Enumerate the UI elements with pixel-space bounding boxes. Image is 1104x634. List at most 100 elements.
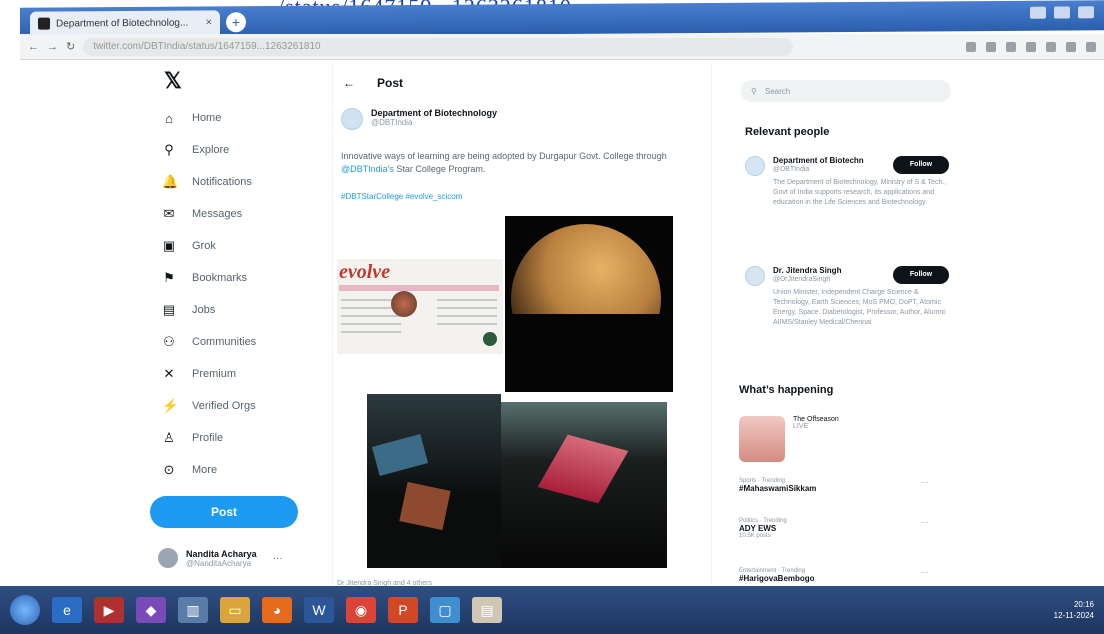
sidebar-item-label: Profile [192, 432, 224, 444]
sidebar-item-profile[interactable]: ♙ Profile [162, 428, 223, 448]
close-window-icon[interactable] [1078, 6, 1094, 19]
mail-icon: ✉ [163, 206, 175, 221]
star-icon[interactable] [1026, 41, 1036, 52]
post-header: ← Post [343, 76, 403, 90]
trend-item[interactable]: Politics · Trending ADY EWS 10.5K posts … [739, 518, 949, 539]
sidebar-item-label: Premium [192, 368, 237, 380]
new-tab-button[interactable]: + [226, 12, 246, 33]
media-image-night-observation[interactable] [367, 394, 501, 568]
sidebar-item-premium[interactable]: ✕ Premium [162, 364, 236, 384]
follow-button[interactable]: Follow [893, 156, 949, 174]
person-bio: Union Minister, Independent Charge Scien… [773, 289, 947, 326]
reload-icon[interactable]: ↻ [66, 40, 75, 53]
browser-tab[interactable]: Department of Biotechnolog... × [30, 10, 220, 36]
minimize-icon[interactable] [1030, 6, 1046, 19]
media-image-moon[interactable] [505, 216, 673, 392]
trend-item[interactable]: Entertainment · Trending #HarigovaBembog… [739, 568, 949, 583]
vs-icon[interactable]: ◆ [136, 597, 166, 623]
back-icon[interactable]: ← [28, 41, 39, 53]
follow-button[interactable]: Follow [893, 266, 949, 284]
window-controls [1030, 6, 1094, 19]
browser-titlebar: Department of Biotechnolog... × + [20, 0, 1104, 38]
share-icon[interactable] [986, 41, 996, 52]
person-icon: ♙ [163, 430, 175, 445]
ppt-icon[interactable]: P [388, 597, 418, 623]
account-name: Nandita Acharya [186, 548, 257, 559]
author-handle[interactable]: @DBTIndia [371, 118, 497, 127]
account-switcher[interactable]: Nandita Acharya @NanditaAcharya ··· [158, 548, 308, 568]
sidebar-item-notifications[interactable]: 🔔 Notifications [162, 172, 252, 192]
sidebar-item-verified-orgs[interactable]: ⚡ Verified Orgs [162, 396, 256, 416]
bookmark-icon: ⚑ [163, 270, 175, 285]
more-icon[interactable]: ··· [921, 478, 929, 487]
post-author[interactable]: Department of Biotechnology @DBTIndia [341, 108, 497, 130]
sidebar-item-more[interactable]: ⊙ More [162, 460, 218, 480]
hashtag-link[interactable]: #DBTStarCollege #evolve_scicom [341, 192, 462, 201]
media-image-night-tent[interactable] [501, 402, 667, 568]
sidebar-item-label: Jobs [192, 304, 216, 316]
tab-close-icon[interactable]: × [206, 16, 212, 28]
sidebar-item-jobs[interactable]: ▤ Jobs [162, 300, 215, 320]
folder-icon[interactable]: ▭ [220, 597, 250, 623]
sidebar-item-explore[interactable]: ⚲ Explore [162, 140, 229, 160]
person-name[interactable]: Dr. Jitendra Singh [773, 266, 841, 275]
url-input[interactable]: twitter.com/DBTIndia/status/1647159...12… [83, 37, 794, 56]
sidebar-item-communities[interactable]: ⚇ Communities [162, 332, 256, 352]
more-icon[interactable]: ··· [921, 518, 929, 527]
avatar[interactable] [745, 156, 765, 176]
maximize-icon[interactable] [1054, 6, 1070, 19]
extension-icon[interactable] [1046, 41, 1056, 52]
trend-tag: #MahaswamiSikkam [739, 484, 817, 493]
notes-icon[interactable]: ▤ [472, 597, 502, 623]
avatar[interactable] [745, 266, 765, 286]
happening-item[interactable]: The Offseason LIVE [739, 416, 949, 462]
text-line [341, 331, 401, 333]
zoom-icon[interactable] [966, 41, 976, 52]
sidebar-item-bookmarks[interactable]: ⚑ Bookmarks [162, 268, 247, 288]
profile-icon[interactable] [1086, 41, 1096, 52]
x-logo-icon[interactable]: 𝕏 [164, 68, 182, 94]
search-input[interactable]: ⚲ Search [741, 80, 951, 102]
sidebar-item-label: Bookmarks [192, 272, 248, 284]
communities-icon: ⚇ [163, 334, 175, 349]
sidepanel-icon[interactable] [1066, 41, 1076, 52]
files-icon[interactable]: ▥ [178, 597, 208, 623]
person-handle: @DBTIndia [773, 166, 810, 173]
firefox-icon[interactable]: ◕ [262, 597, 292, 623]
media-icon[interactable]: ▶ [94, 597, 124, 623]
sidebar-item-home[interactable]: ⌂ Home [162, 108, 221, 128]
text-line [437, 315, 497, 317]
right-sidebar: ⚲ Search Relevant people Department of B… [735, 64, 960, 584]
forward-icon[interactable]: → [47, 41, 58, 53]
sidebar-item-label: Notifications [192, 176, 252, 188]
tab-favicon-icon [38, 17, 50, 30]
start-button[interactable] [10, 595, 40, 625]
media-image-newspaper[interactable]: evolve [337, 259, 503, 354]
more-icon[interactable]: ··· [273, 553, 283, 564]
more-icon[interactable]: ··· [921, 568, 929, 577]
word-icon[interactable]: W [304, 597, 334, 623]
extension-icons [966, 41, 1096, 52]
sidebar-item-label: Home [192, 112, 222, 124]
chrome-icon[interactable]: ◉ [346, 597, 376, 623]
avatar[interactable] [341, 108, 363, 130]
text-line [437, 299, 497, 301]
trend-item[interactable]: Sports · Trending #MahaswamiSikkam ··· [739, 478, 949, 493]
mention-link[interactable]: @DBTIndia's [341, 164, 394, 174]
sidebar-item-messages[interactable]: ✉ Messages [162, 204, 243, 224]
search-page-icon[interactable] [1006, 41, 1016, 52]
person-name[interactable]: Department of Biotechn [773, 156, 864, 165]
ie-icon[interactable]: e [52, 597, 82, 623]
back-arrow-icon[interactable]: ← [343, 76, 355, 90]
post-text: Innovative ways of learning are being ad… [341, 150, 701, 176]
author-name[interactable]: Department of Biotechnology [371, 108, 497, 118]
search-icon: ⚲ [164, 142, 174, 157]
tray-clock[interactable]: 20:16 12-11-2024 [1054, 599, 1094, 621]
text-line [341, 315, 401, 317]
sidebar-item-grok[interactable]: ▣ Grok [162, 236, 216, 256]
trend-tag: ADY EWS [739, 524, 777, 533]
desktop-icon[interactable]: ▢ [430, 597, 460, 623]
taskbar: e ▶ ◆ ▥ ▭ ◕ W ◉ P ▢ ▤ 20:16 12-11-2024 [0, 586, 1104, 634]
post-button[interactable]: Post [150, 496, 298, 528]
search-icon: ⚲ [751, 86, 757, 96]
